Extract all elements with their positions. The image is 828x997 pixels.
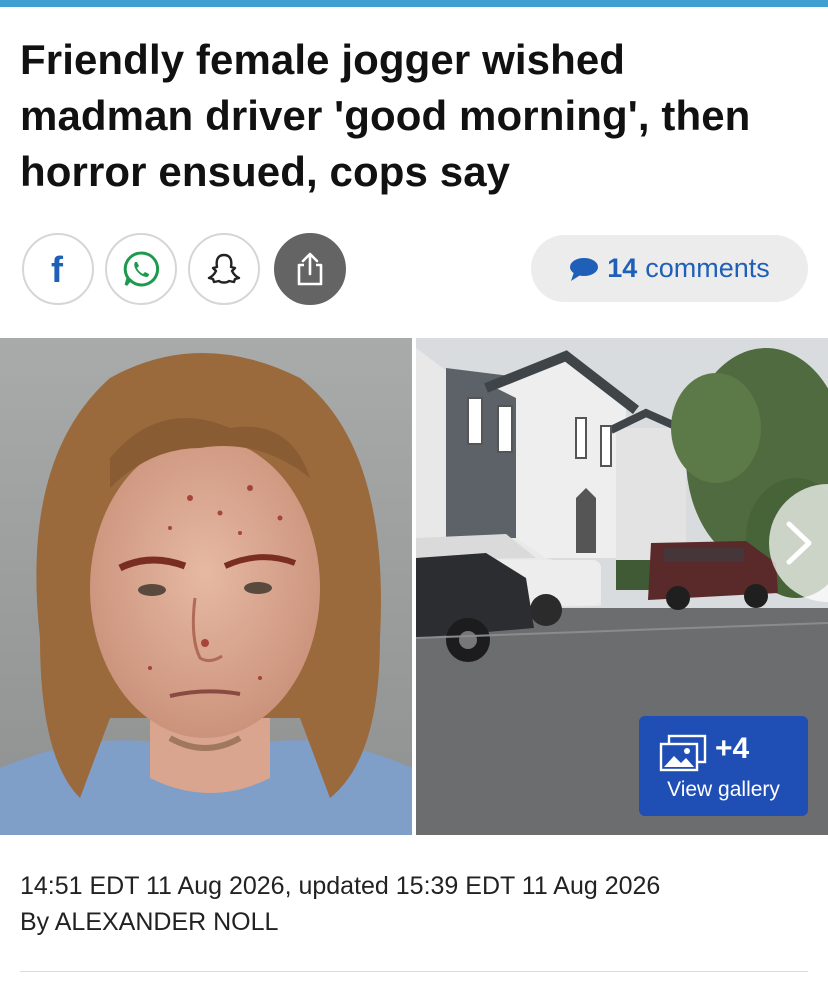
article-meta: 14:51 EDT 11 Aug 2026, updated 15:39 EDT…: [20, 868, 660, 940]
comments-count: 14: [607, 253, 638, 283]
article-byline: By ALEXANDER NOLL: [20, 908, 279, 936]
svg-text:f: f: [51, 251, 64, 287]
divider: [20, 971, 808, 972]
view-gallery-button[interactable]: +4 View gallery: [639, 716, 808, 816]
chevron-right-icon: [786, 521, 812, 565]
comments-label: comments: [645, 253, 770, 283]
whatsapp-icon: [123, 251, 160, 287]
gallery-label: View gallery: [667, 778, 780, 801]
share-icon: [297, 252, 323, 286]
gallery-icon: [659, 734, 707, 772]
article-headline: Friendly female jogger wished madman dri…: [20, 36, 751, 195]
more-share-button[interactable]: [274, 233, 346, 305]
comments-button[interactable]: 14 comments: [531, 235, 808, 302]
facebook-share-button[interactable]: f: [22, 233, 94, 305]
whatsapp-share-button[interactable]: [105, 233, 177, 305]
speech-bubble-icon: [570, 257, 599, 281]
mugshot-photo[interactable]: [0, 338, 412, 835]
gallery-extra-count: +4: [715, 732, 750, 765]
article-timestamp: 14:51 EDT 11 Aug 2026, updated 15:39 EDT…: [20, 872, 661, 900]
snapchat-icon: [207, 253, 241, 284]
facebook-icon: f: [51, 251, 64, 287]
top-accent-bar: [0, 0, 828, 7]
snapchat-share-button[interactable]: [188, 233, 260, 305]
